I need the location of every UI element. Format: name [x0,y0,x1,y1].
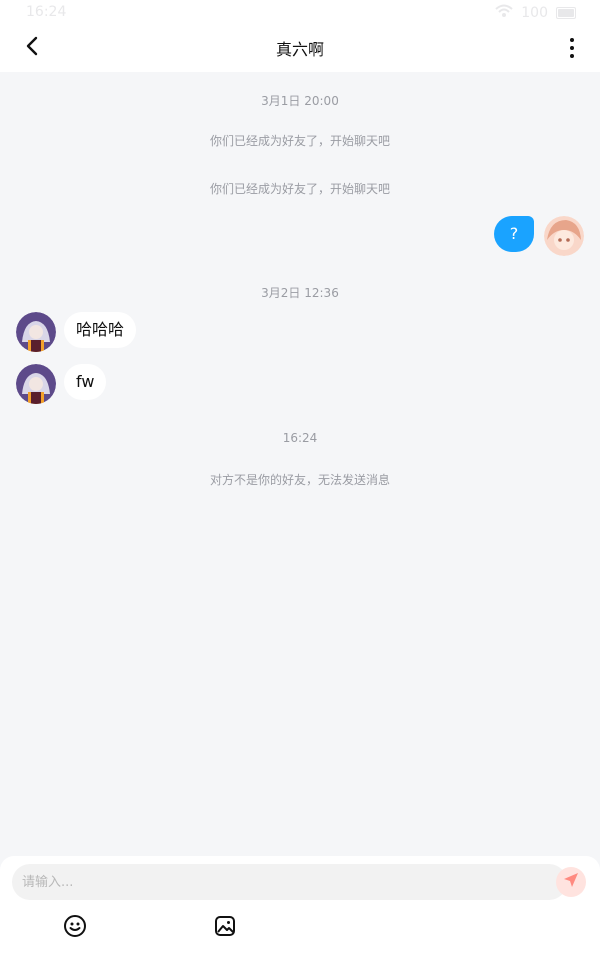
emoji-button[interactable] [61,914,89,942]
system-notice: 你们已经成为好友了，开始聊天吧 [209,134,390,148]
send-button[interactable] [556,867,586,897]
contact-avatar[interactable] [16,312,56,352]
message-input[interactable] [12,864,567,900]
timestamp: 3月2日 12:36 [261,286,339,300]
chat-title: 真六啊 [275,40,324,59]
timestamp: 3月1日 20:00 [261,94,339,108]
chat-header: 真六啊 [0,24,600,72]
battery-icon [556,7,576,19]
image-icon [213,914,237,942]
battery-level: 100 [521,5,548,21]
timestamp: 16:24 [282,431,318,445]
status-right: 100 [495,4,576,22]
message-bubble-self[interactable]: ? [494,216,534,252]
status-time: 16:24 [26,4,67,20]
send-icon [562,871,580,893]
wifi-icon [495,4,513,22]
more-vertical-icon [570,54,574,58]
input-area [0,856,600,960]
chat-area[interactable]: 3月1日 20:00 你们已经成为好友了，开始聊天吧 你们已经成为好友了，开始聊… [0,72,600,856]
contact-avatar[interactable] [16,364,56,404]
emoji-icon [63,914,87,942]
more-vertical-icon [570,38,574,42]
self-avatar[interactable] [544,216,584,256]
message-bubble-contact[interactable]: 哈哈哈 [64,312,137,348]
system-notice: 对方不是你的好友，无法发送消息 [209,473,390,487]
system-notice: 你们已经成为好友了，开始聊天吧 [209,182,390,196]
image-button[interactable] [211,914,239,942]
message-bubble-contact[interactable]: fw [64,364,107,400]
more-vertical-icon [570,46,574,50]
status-bar: 16:24 100 [0,0,600,24]
more-options-button[interactable] [560,34,584,62]
